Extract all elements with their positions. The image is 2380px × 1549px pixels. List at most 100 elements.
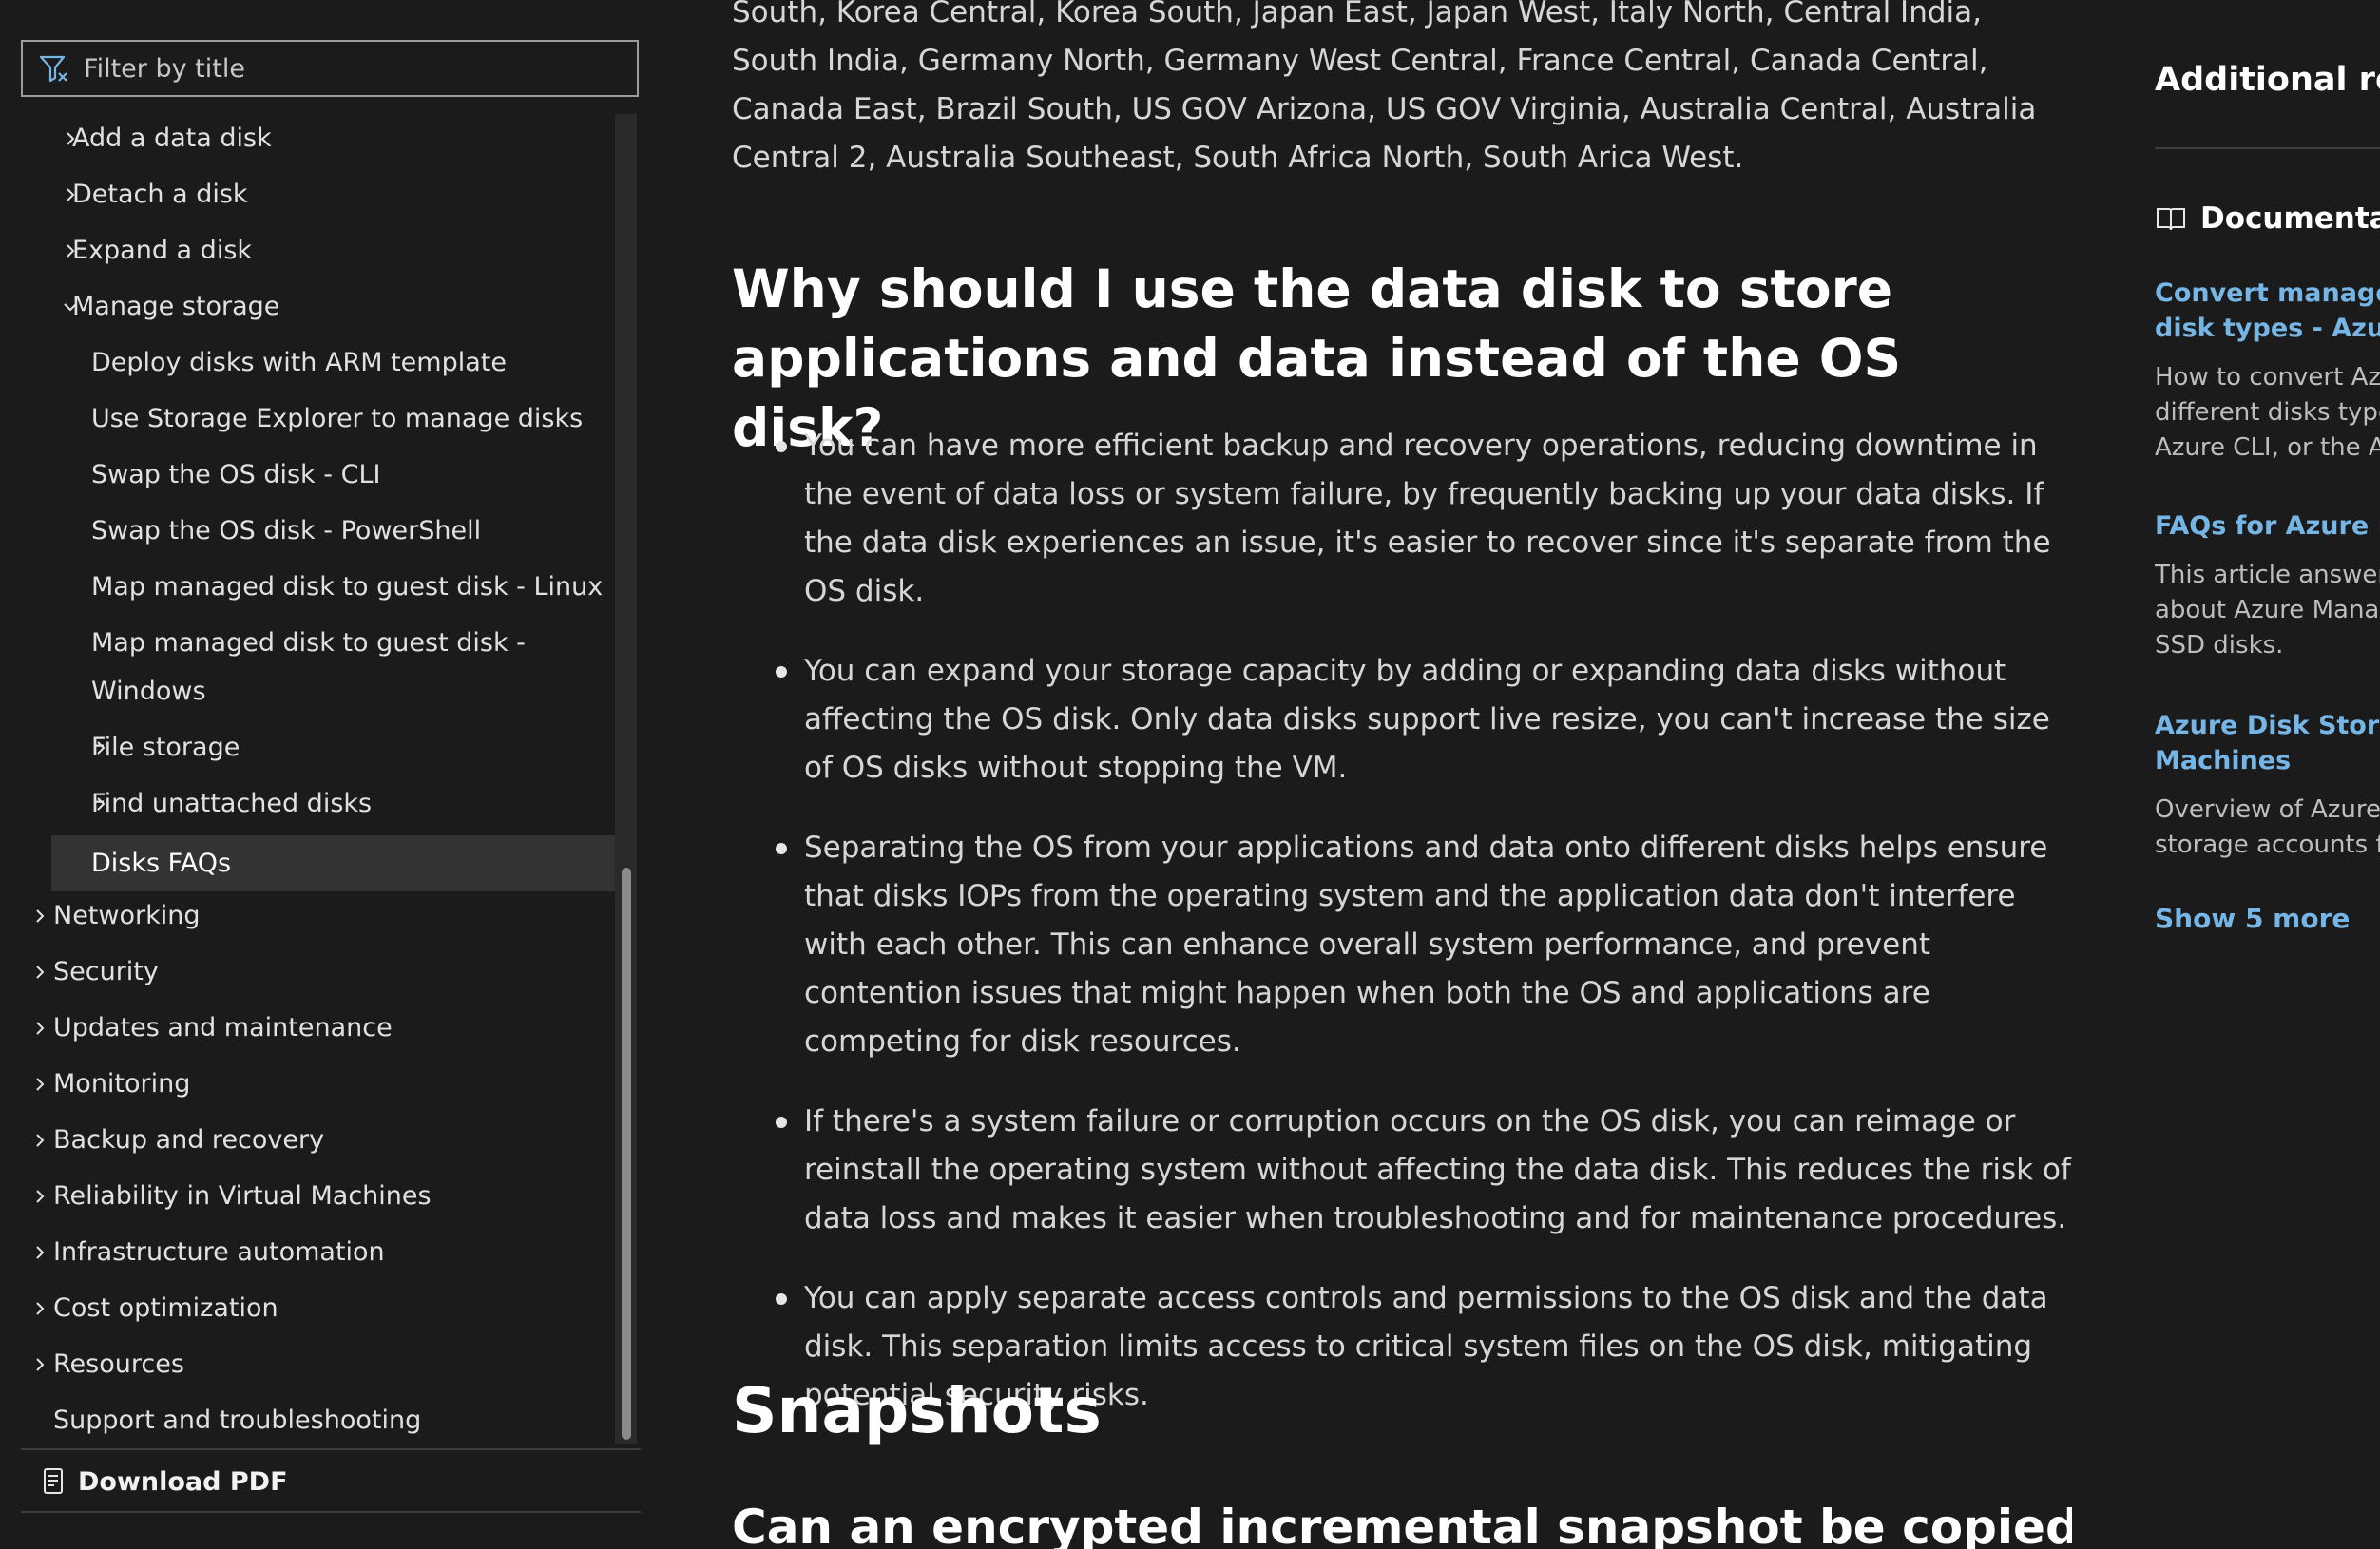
toc-item-resources[interactable]: Resources <box>21 1340 615 1388</box>
bullet-dot <box>776 441 787 452</box>
toc-item-disks-faqs[interactable]: Disks FAQs <box>51 835 615 891</box>
toc-scrollbar-thumb[interactable] <box>622 868 631 1440</box>
toc-item-label: Add a data disk <box>72 124 272 153</box>
toc-item-label: Detach a disk <box>72 180 248 209</box>
toc-item-security[interactable]: Security <box>21 947 615 996</box>
resource-link-title[interactable]: disk types - Azure <box>2155 311 2380 346</box>
resource-link-description: SSD disks. <box>2155 631 2284 660</box>
benefit-text: You can have more efficient backup and r… <box>804 429 2051 608</box>
toc-item-windows[interactable]: Windows <box>21 667 615 716</box>
toc-item-add-a-data-disk[interactable]: Add a data disk <box>21 114 615 163</box>
heading-encrypted-snapshot: Can an encrypted incremental snapshot be… <box>732 1500 2072 1549</box>
chevron-right-icon[interactable] <box>30 1228 49 1276</box>
chevron-right-icon[interactable] <box>30 1060 49 1108</box>
heading-snapshots: Snapshots <box>732 1374 1102 1447</box>
toc-item-label: Map managed disk to guest disk - <box>91 628 526 658</box>
resource-link-title[interactable]: Convert managed <box>2155 276 2380 311</box>
toc-item-deploy-disks-with-arm-template[interactable]: Deploy disks with ARM template <box>21 338 615 387</box>
divider <box>21 1511 641 1513</box>
toc-item-label: Networking <box>53 901 201 930</box>
toc-item-label: Security <box>53 957 159 986</box>
resource-link-description: storage accounts fo <box>2155 831 2380 859</box>
toc-item-label: Swap the OS disk - CLI <box>91 460 381 489</box>
chevron-right-icon[interactable] <box>30 1004 49 1052</box>
bullet-dot <box>776 1117 787 1128</box>
toc-item-label: Infrastructure automation <box>53 1237 385 1267</box>
toc-item-label: Backup and recovery <box>53 1125 325 1155</box>
toc-item-label: Find unattached disks <box>91 789 373 818</box>
divider <box>2155 147 2380 149</box>
resource-link-description: This article answers <box>2155 561 2380 589</box>
toc-item-label: Monitoring <box>53 1069 191 1099</box>
pdf-document-icon <box>42 1467 67 1496</box>
toc-item-manage-storage[interactable]: Manage storage <box>21 282 615 331</box>
left-navigation: Add a data disk Detach a disk Expand a dis… <box>0 0 656 1549</box>
toc-item-label: Cost optimization <box>53 1293 278 1323</box>
filter-icon <box>38 52 70 85</box>
toc-item-reliability-in-virtual-machines[interactable]: Reliability in Virtual Machines <box>21 1172 615 1220</box>
toc-item-label: Updates and maintenance <box>53 1013 393 1042</box>
resource-link-title[interactable]: FAQs for Azure Dis <box>2155 508 2380 544</box>
toc-item-cost-optimization[interactable]: Cost optimization <box>21 1284 615 1332</box>
toc-item-label: Manage storage <box>72 292 280 321</box>
region-list-paragraph: South, Korea Central, Korea South, Japan… <box>732 0 2037 175</box>
toc-item-networking[interactable]: Networking <box>21 891 615 940</box>
toc-item-use-storage-explorer-to-manage-disks[interactable]: Use Storage Explorer to manage disks <box>21 394 615 443</box>
download-pdf-button[interactable]: Download PDF <box>42 1458 288 1505</box>
toc-item-label: Windows <box>91 677 206 706</box>
additional-resources-rail: Additional reso Documentati Convert mana… <box>2155 0 2380 1549</box>
toc-item-file-storage[interactable]: File storage <box>21 723 615 772</box>
resource-link-description: How to convert Azu <box>2155 363 2380 392</box>
filter-input[interactable] <box>82 52 637 85</box>
benefit-list-item: You can expand your storage capacity by … <box>732 647 2072 793</box>
divider <box>21 1448 641 1450</box>
toc-item-map-managed-disk-to-guest-disk[interactable]: Map managed disk to guest disk - <box>21 619 615 667</box>
resource-link-description: different disks type <box>2155 398 2380 427</box>
toc-item-swap-the-os-disk-powershell[interactable]: Swap the OS disk - PowerShell <box>21 507 615 555</box>
chevron-right-icon[interactable] <box>30 1284 49 1332</box>
toc-item-label: Support and troubleshooting <box>53 1406 422 1435</box>
toc-item-map-managed-disk-to-guest-disk-linux[interactable]: Map managed disk to guest disk - Linux <box>21 563 615 611</box>
toc-item-monitoring[interactable]: Monitoring <box>21 1060 615 1108</box>
toc-item-find-unattached-disks[interactable]: Find unattached disks <box>21 779 615 828</box>
book-icon <box>2155 204 2187 233</box>
chevron-right-icon[interactable] <box>30 1172 49 1220</box>
article-content: South, Korea Central, Korea South, Japan… <box>732 0 2072 1549</box>
toc-item-label: Use Storage Explorer to manage disks <box>91 404 584 433</box>
bullet-dot <box>776 843 787 854</box>
toc-item-swap-the-os-disk-cli[interactable]: Swap the OS disk - CLI <box>21 450 615 499</box>
documentation-section-header: Documentati <box>2155 201 2380 236</box>
toc-item-label: Swap the OS disk - PowerShell <box>91 516 482 545</box>
chevron-right-icon[interactable] <box>30 1340 49 1388</box>
show-more-link[interactable]: Show 5 more <box>2155 903 2350 934</box>
toc-item-expand-a-disk[interactable]: Expand a disk <box>21 226 615 275</box>
chevron-right-icon[interactable] <box>30 891 49 940</box>
download-pdf-label: Download PDF <box>78 1466 288 1497</box>
benefit-list-item: You can have more efficient backup and r… <box>732 422 2072 616</box>
toc-item-backup-and-recovery[interactable]: Backup and recovery <box>21 1116 615 1164</box>
benefit-list-item: Separating the OS from your applications… <box>732 824 2072 1066</box>
toc-item-label: File storage <box>91 733 240 762</box>
toc-item-label: Disks FAQs <box>91 849 232 878</box>
resource-link-description: Azure CLI, or the Az <box>2155 433 2380 462</box>
toc-item-updates-and-maintenance[interactable]: Updates and maintenance <box>21 1004 615 1052</box>
toc-item-detach-a-disk[interactable]: Detach a disk <box>21 170 615 219</box>
additional-resources-title: Additional reso <box>2155 61 2380 99</box>
toc-item-label: Map managed disk to guest disk - Linux <box>91 572 604 602</box>
resource-link-title[interactable]: Azure Disk Storage <box>2155 708 2380 743</box>
filter-box[interactable] <box>21 40 639 97</box>
benefit-text: You can expand your storage capacity by … <box>804 654 2050 785</box>
chevron-right-icon[interactable] <box>30 1116 49 1164</box>
resource-link-description: about Azure Manag <box>2155 596 2380 624</box>
benefit-list-item: If there's a system failure or corruptio… <box>732 1098 2072 1243</box>
benefit-text: If there's a system failure or corruptio… <box>804 1104 2071 1235</box>
toc-scrollbar[interactable] <box>615 114 637 1444</box>
toc-item-infrastructure-automation[interactable]: Infrastructure automation <box>21 1228 615 1276</box>
table-of-contents: Add a data disk Detach a disk Expand a dis… <box>21 114 615 1444</box>
documentation-label: Documentati <box>2200 201 2380 236</box>
toc-item-support-and-troubleshooting[interactable]: Support and troubleshooting <box>21 1396 615 1444</box>
resource-link-title[interactable]: Machines <box>2155 743 2291 778</box>
chevron-right-icon[interactable] <box>30 947 49 996</box>
toc-item-label: Deploy disks with ARM template <box>91 348 507 377</box>
toc-item-label: Resources <box>53 1349 184 1379</box>
